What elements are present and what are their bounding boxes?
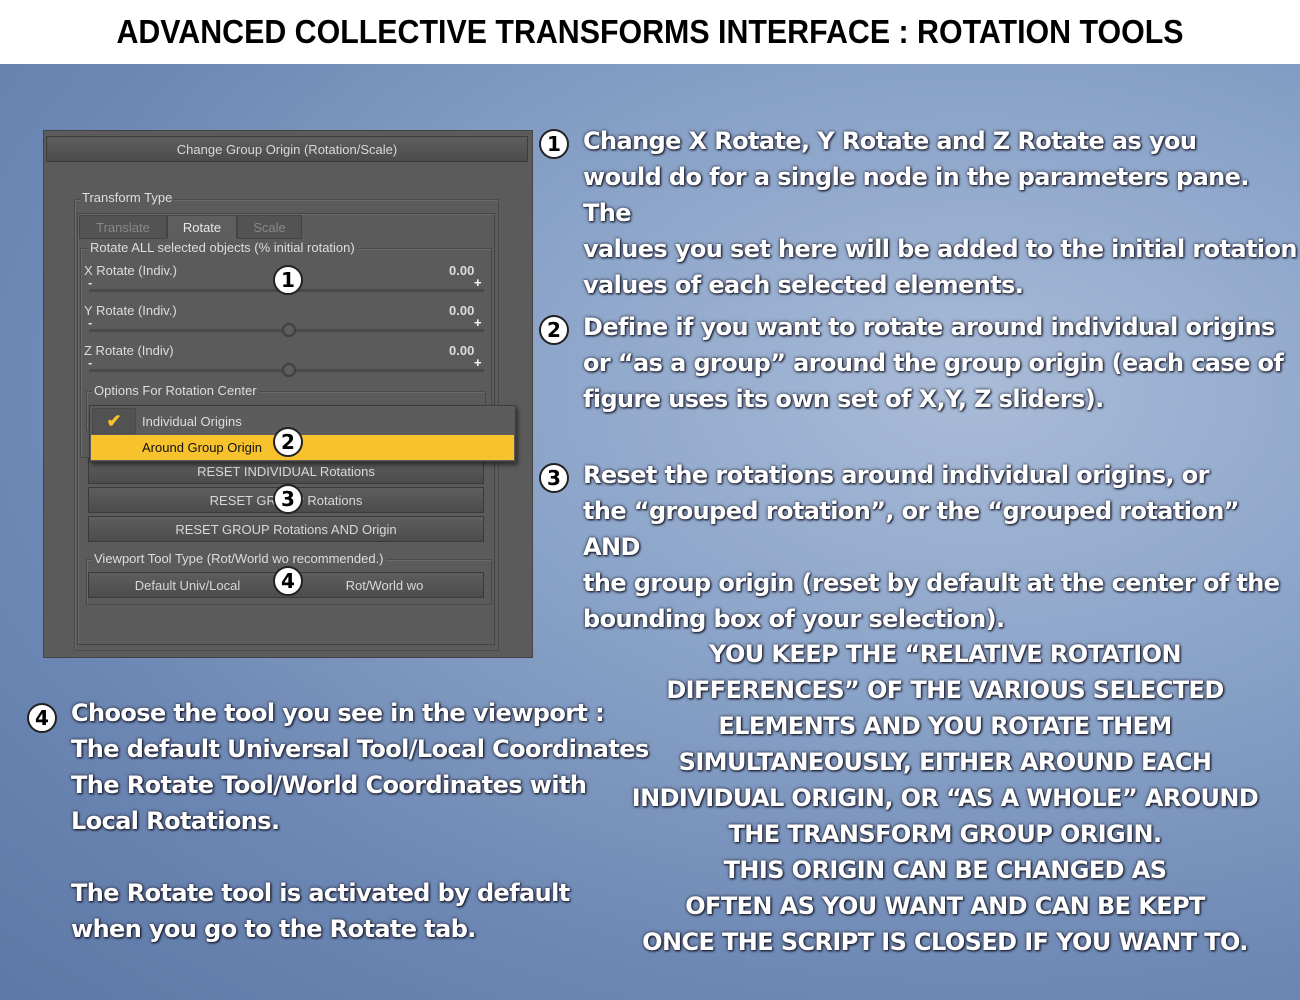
note-badge-3: 3 — [539, 463, 569, 493]
note-3: Reset the rotations around individual or… — [583, 461, 1280, 633]
note-badge-1: 1 — [539, 129, 569, 159]
transform-type-label: Transform Type — [80, 190, 175, 205]
note-1: Change X Rotate, Y Rotate and Z Rotate a… — [583, 127, 1297, 299]
note-badge-2: 2 — [539, 315, 569, 345]
tab-translate[interactable]: Translate — [79, 215, 167, 239]
change-group-origin-button[interactable]: Change Group Origin (Rotation/Scale) — [46, 136, 528, 162]
y-rotate-slider: Y Rotate (Indiv.) 0.00 - + — [44, 303, 534, 337]
page-title: ADVANCED COLLECTIVE TRANSFORMS INTERFACE… — [52, 0, 1248, 64]
z-rotate-track[interactable] — [89, 363, 484, 377]
option-label: Around Group Origin — [142, 440, 262, 455]
z-rotate-slider: Z Rotate (Indiv) 0.00 - + — [44, 343, 534, 377]
badge-2: 2 — [273, 427, 303, 457]
x-rotate-label: X Rotate (Indiv.) — [84, 263, 177, 278]
tab-rotate[interactable]: Rotate — [167, 215, 237, 239]
minus-icon[interactable]: - — [88, 315, 92, 330]
slider-knob[interactable] — [282, 323, 296, 337]
dropdown-option-individual[interactable]: ✔ Individual Origins — [90, 408, 515, 434]
badge-3: 3 — [273, 484, 303, 514]
y-rotate-track[interactable] — [89, 323, 484, 337]
x-rotate-value[interactable]: 0.00 — [449, 263, 474, 278]
plus-icon[interactable]: + — [474, 355, 482, 370]
rotate-all-label: Rotate ALL selected objects (% initial r… — [88, 240, 357, 255]
y-rotate-value[interactable]: 0.00 — [449, 303, 474, 318]
badge-4: 4 — [273, 566, 303, 596]
z-rotate-value[interactable]: 0.00 — [449, 343, 474, 358]
note-2: Define if you want to rotate around indi… — [583, 313, 1284, 413]
plus-icon[interactable]: + — [474, 315, 482, 330]
note-4: Choose the tool you see in the viewport … — [71, 699, 649, 943]
checkmark-icon: ✔ — [92, 408, 136, 434]
summary-note: YOU KEEP THE “RELATIVE ROTATION DIFFEREN… — [631, 640, 1259, 956]
slider-knob[interactable] — [282, 363, 296, 377]
minus-icon[interactable]: - — [88, 355, 92, 370]
note-badge-4: 4 — [27, 703, 57, 733]
viewport-tool-label: Viewport Tool Type (Rot/World wo recomme… — [92, 551, 386, 566]
z-rotate-label: Z Rotate (Indiv) — [84, 343, 174, 358]
plus-icon[interactable]: + — [474, 275, 482, 290]
rot-world-button[interactable]: Rot/World wo — [286, 572, 484, 598]
rotation-center-label: Options For Rotation Center — [92, 383, 259, 398]
option-label: Individual Origins — [142, 414, 242, 429]
rotation-center-dropdown: ✔ Individual Origins Around Group Origin — [89, 405, 516, 462]
default-univ-local-button[interactable]: Default Univ/Local — [88, 572, 286, 598]
minus-icon[interactable]: - — [88, 275, 92, 290]
y-rotate-label: Y Rotate (Indiv.) — [84, 303, 177, 318]
badge-1: 1 — [273, 265, 303, 295]
tab-scale[interactable]: Scale — [237, 215, 302, 239]
reset-group-origin-button[interactable]: RESET GROUP Rotations AND Origin — [88, 516, 484, 542]
